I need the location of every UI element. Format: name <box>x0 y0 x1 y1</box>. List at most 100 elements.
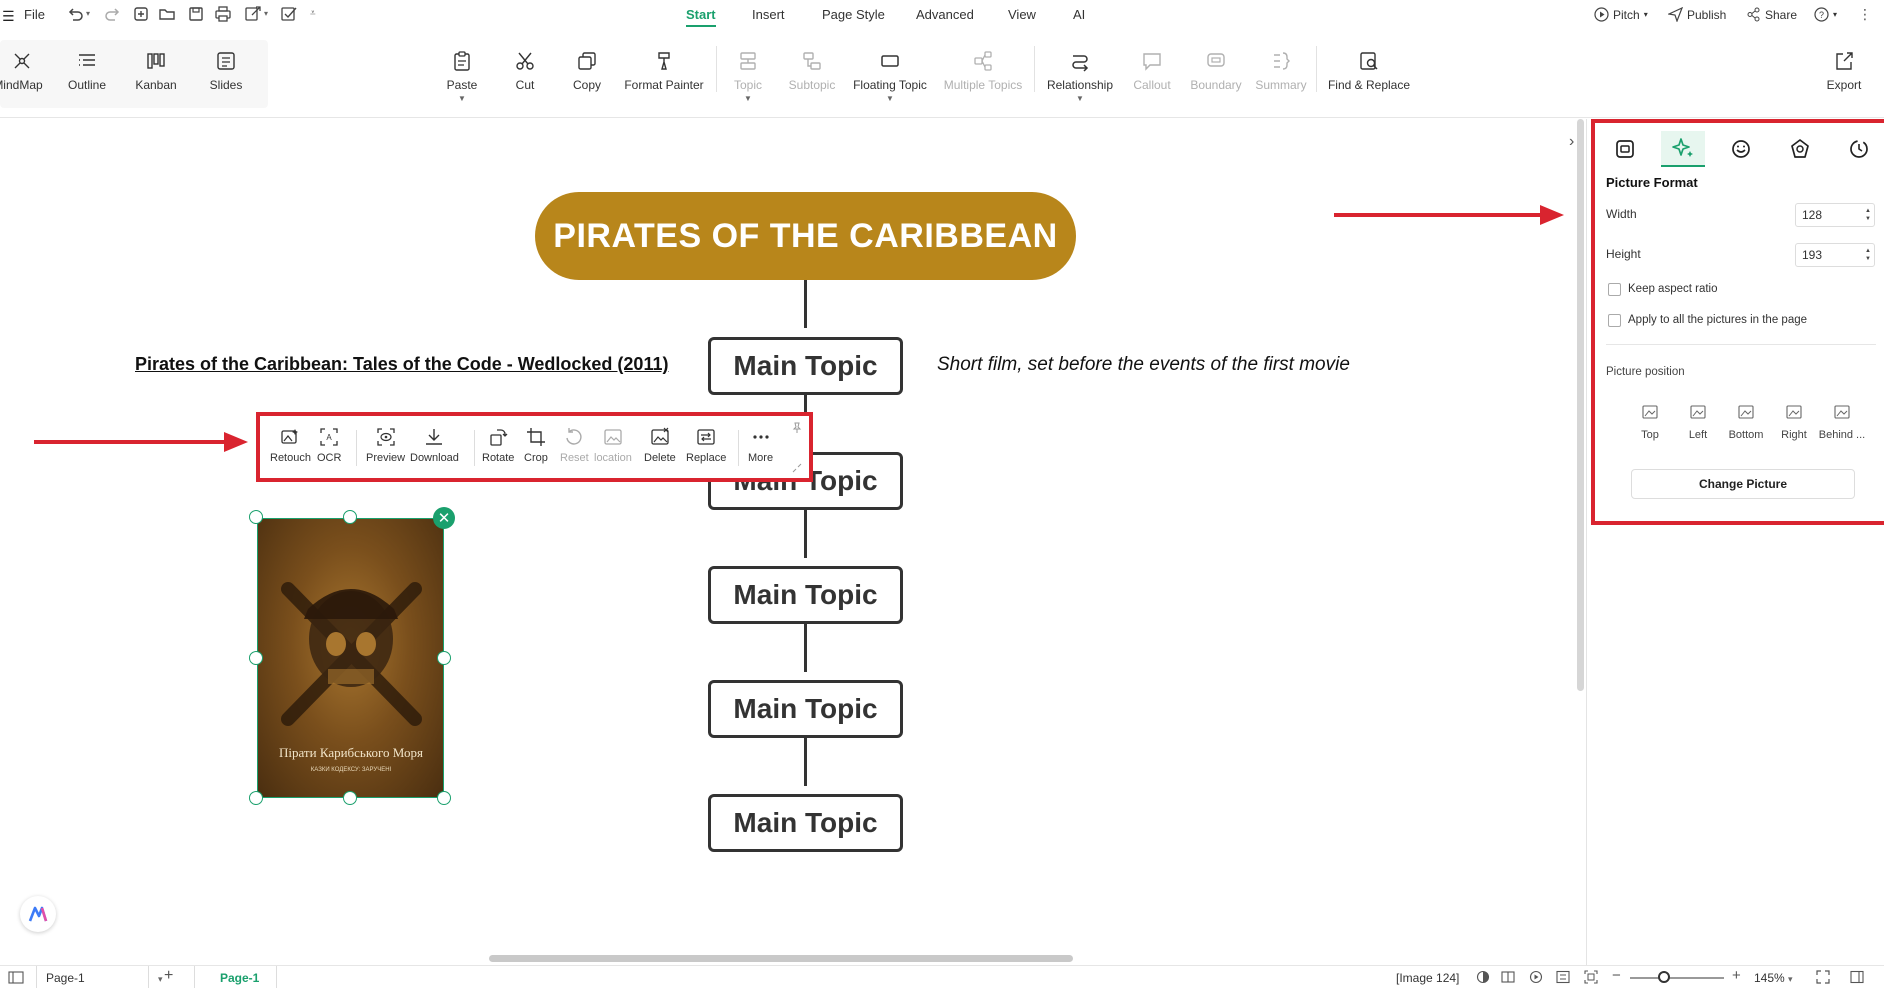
tab-ai-format[interactable] <box>1661 131 1705 167</box>
export-quick-icon[interactable] <box>244 5 262 23</box>
zoom-in-icon[interactable]: + <box>1732 967 1741 984</box>
save-icon[interactable] <box>187 5 205 23</box>
collapse-panel-icon[interactable]: › <box>1569 133 1574 151</box>
rotate-button[interactable]: Rotate <box>482 426 514 464</box>
relationship-button[interactable]: Relationship ▼ <box>1044 50 1116 103</box>
fit-page-icon[interactable] <box>1556 970 1570 984</box>
resize-handle-top[interactable] <box>343 510 357 524</box>
view-slides[interactable]: Slides <box>201 50 251 92</box>
page-select[interactable]: Page-1 ▾ <box>46 971 163 985</box>
tab-view[interactable]: View <box>1008 7 1036 22</box>
position-bottom-button[interactable]: Bottom <box>1721 403 1771 441</box>
change-picture-button[interactable]: Change Picture <box>1631 469 1855 499</box>
resize-handle-right[interactable] <box>437 651 451 665</box>
download-button[interactable]: Download <box>410 426 459 464</box>
resize-handle-bottom-right[interactable] <box>437 791 451 805</box>
height-stepper-icon[interactable]: ▲ ▼ <box>1865 247 1871 263</box>
position-top-button[interactable]: Top <box>1625 403 1675 441</box>
location-button[interactable]: location <box>594 426 632 464</box>
position-right-button[interactable]: Right <box>1769 403 1819 441</box>
remove-picture-icon[interactable]: ✕ <box>433 507 455 529</box>
width-input[interactable]: 128 ▲ ▼ <box>1795 203 1875 227</box>
height-input[interactable]: 193 ▲ ▼ <box>1795 243 1875 267</box>
export-button[interactable]: Export <box>1824 50 1864 92</box>
tab-advanced[interactable]: Advanced <box>916 7 974 22</box>
floating-note-left[interactable]: Pirates of the Caribbean: Tales of the C… <box>135 354 668 375</box>
vertical-scrollbar[interactable] <box>1577 119 1584 691</box>
page-panel-icon[interactable] <box>8 971 24 984</box>
pitch-button[interactable]: Pitch ▾ <box>1594 7 1648 22</box>
main-topic[interactable]: Main Topic <box>708 794 903 852</box>
add-page-icon[interactable]: + <box>164 967 173 985</box>
format-painter-button[interactable]: Format Painter <box>624 50 704 92</box>
export-dropdown-icon[interactable]: ▾ <box>264 9 268 18</box>
ocr-button[interactable]: A OCR <box>317 426 341 464</box>
undo-icon[interactable] <box>66 5 84 23</box>
open-folder-icon[interactable] <box>158 5 176 23</box>
resize-handle-top-left[interactable] <box>249 510 263 524</box>
zoom-out-icon[interactable]: − <box>1612 967 1621 984</box>
fullscreen-icon[interactable] <box>1816 970 1830 984</box>
multiple-topics-button[interactable]: Multiple Topics <box>940 50 1026 92</box>
theme-toggle-icon[interactable] <box>1476 970 1490 984</box>
main-topic[interactable]: Main Topic <box>708 337 903 395</box>
collapse-icon[interactable] <box>791 462 803 474</box>
summary-button[interactable]: Summary <box>1255 50 1307 92</box>
apply-all-checkbox[interactable] <box>1608 314 1621 327</box>
position-behind-button[interactable]: Behind ... <box>1817 403 1867 441</box>
tab-history[interactable] <box>1837 131 1881 167</box>
more-options-icon[interactable]: ⋮ <box>1858 6 1872 23</box>
more-button[interactable]: More <box>748 426 773 464</box>
publish-button[interactable]: Publish <box>1668 7 1726 22</box>
hamburger-menu-icon[interactable]: ☰ <box>2 8 15 25</box>
mindmap-canvas[interactable]: PIRATES OF THE CARIBBEAN Main Topic Main… <box>0 119 1586 965</box>
redo-icon[interactable] <box>104 5 122 23</box>
view-kanban[interactable]: Kanban <box>131 50 181 92</box>
tab-style[interactable] <box>1603 131 1647 167</box>
zoom-slider[interactable] <box>1630 977 1724 979</box>
resize-handle-left[interactable] <box>249 651 263 665</box>
tab-theme[interactable] <box>1778 131 1822 167</box>
ai-assistant-button[interactable] <box>20 896 56 932</box>
collapse-panel-bottom-icon[interactable] <box>1850 970 1864 984</box>
subtopic-button[interactable]: Subtopic <box>786 50 838 92</box>
view-outline[interactable]: Outline <box>62 50 112 92</box>
retouch-button[interactable]: Retouch <box>270 426 311 464</box>
zoom-slider-thumb[interactable] <box>1658 971 1670 983</box>
keep-aspect-checkbox[interactable] <box>1608 283 1621 296</box>
topic-button[interactable]: Topic ▼ <box>728 50 768 103</box>
share-button[interactable]: Share <box>1746 7 1797 22</box>
book-view-icon[interactable] <box>1501 970 1515 984</box>
resize-handle-bottom[interactable] <box>343 791 357 805</box>
selected-picture[interactable]: Пірати Карибського Моря КАЗКИ КОДЕКСУ: З… <box>257 518 444 798</box>
undo-dropdown-icon[interactable]: ▾ <box>86 9 90 18</box>
horizontal-scrollbar[interactable] <box>489 955 1073 962</box>
tab-start[interactable]: Start <box>686 7 716 27</box>
crop-button[interactable]: Crop <box>524 426 548 464</box>
find-replace-button[interactable]: Find & Replace <box>1326 50 1412 92</box>
page-tab-active[interactable]: Page-1 <box>220 971 259 985</box>
resize-handle-bottom-left[interactable] <box>249 791 263 805</box>
cut-button[interactable]: Cut <box>505 50 545 92</box>
floating-note-right[interactable]: Short film, set before the events of the… <box>937 354 1350 376</box>
pin-icon[interactable] <box>791 422 803 434</box>
delete-button[interactable]: Delete <box>644 426 676 464</box>
central-topic[interactable]: PIRATES OF THE CARIBBEAN <box>535 192 1076 280</box>
floating-topic-button[interactable]: Floating Topic ▼ <box>850 50 930 103</box>
paste-button[interactable]: Paste ▼ <box>442 50 482 103</box>
help-button[interactable]: ? ▾ <box>1814 7 1837 22</box>
zoom-level[interactable]: 145% ▾ <box>1754 971 1793 985</box>
boundary-button[interactable]: Boundary <box>1190 50 1242 92</box>
tab-ai[interactable]: AI <box>1073 7 1085 22</box>
reset-button[interactable]: Reset <box>560 426 589 464</box>
customize-quick-access-icon[interactable]: ⩡ <box>310 8 316 19</box>
main-topic[interactable]: Main Topic <box>708 566 903 624</box>
print-icon[interactable] <box>214 5 232 23</box>
preview-button[interactable]: Preview <box>366 426 405 464</box>
width-stepper-icon[interactable]: ▲ ▼ <box>1865 207 1871 223</box>
view-mindmap[interactable]: MindMap <box>0 50 50 92</box>
copy-button[interactable]: Copy <box>567 50 607 92</box>
fit-screen-icon[interactable] <box>1584 970 1598 984</box>
tab-insert[interactable]: Insert <box>752 7 785 22</box>
file-menu[interactable]: File <box>24 7 45 22</box>
